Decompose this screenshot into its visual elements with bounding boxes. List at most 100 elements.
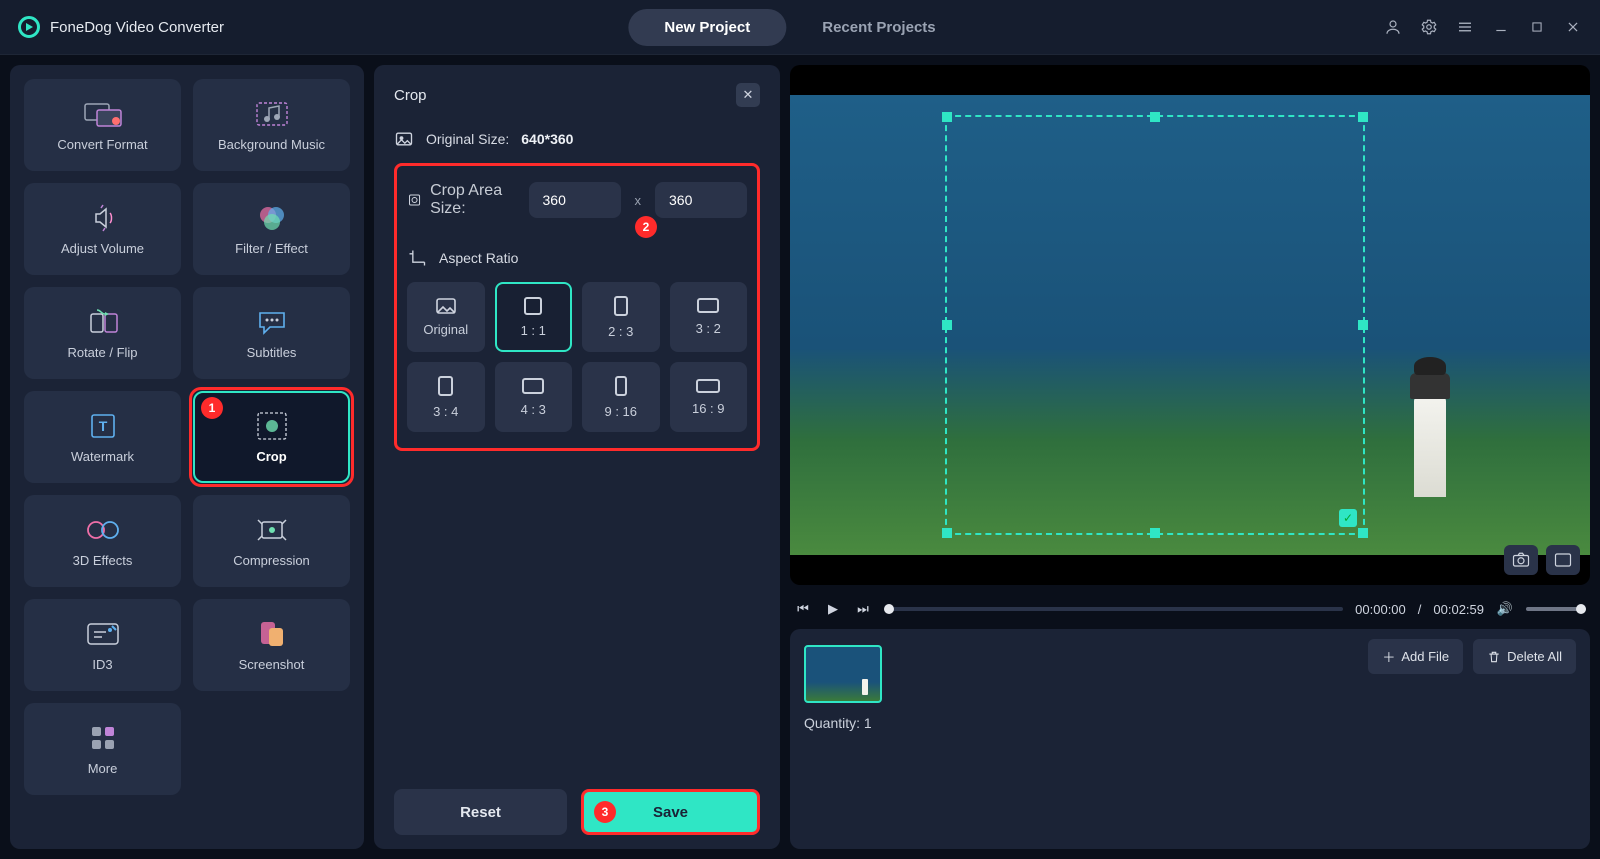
tool-label: Watermark: [71, 449, 134, 464]
aspect-9-16[interactable]: 9 : 16: [582, 362, 660, 432]
file-thumbnail[interactable]: [804, 645, 882, 703]
quantity-value: 1: [864, 715, 872, 731]
preview-column: ✓ ⏮ ▶ ⏭ 00:00:00 / 00:02:59 🔊 ＋ Add File: [790, 65, 1590, 849]
aspect-label-text: 4 : 3: [521, 402, 546, 417]
tool-label: Subtitles: [247, 345, 297, 360]
crop-panel-header: Crop ✕: [394, 83, 760, 107]
aspect-shape-icon: [524, 297, 542, 315]
player-controls: ⏮ ▶ ⏭ 00:00:00 / 00:02:59 🔊: [790, 595, 1590, 619]
aspect-shape-icon: [697, 298, 719, 313]
add-file-button[interactable]: ＋ Add File: [1368, 639, 1463, 674]
crop-selection[interactable]: ✓: [945, 115, 1365, 535]
aspect-4-3[interactable]: 4 : 3: [495, 362, 573, 432]
crop-panel-title: Crop: [394, 87, 427, 104]
crop-height-input[interactable]: [655, 182, 747, 218]
close-window-icon[interactable]: [1560, 14, 1586, 40]
minimize-icon[interactable]: [1488, 14, 1514, 40]
3d-effects-icon: [85, 515, 121, 545]
aspect-shape-icon: [614, 296, 628, 316]
fullscreen-icon[interactable]: [1546, 545, 1580, 575]
aspect-2-3[interactable]: 2 : 3: [582, 282, 660, 352]
crop-handle-sw[interactable]: [942, 528, 952, 538]
maximize-icon[interactable]: [1524, 14, 1550, 40]
tool-background-music[interactable]: Background Music: [193, 79, 350, 171]
volume-slider[interactable]: [1526, 607, 1586, 611]
file-list-panel: ＋ Add File Delete All Quantity: 1: [790, 629, 1590, 849]
snapshot-icon[interactable]: [1504, 545, 1538, 575]
callout-badge-2: 2: [635, 216, 657, 238]
tool-filter-effect[interactable]: Filter / Effect: [193, 183, 350, 275]
aspect-label-text: 16 : 9: [692, 401, 725, 416]
aspect-original-icon: [436, 298, 456, 314]
crop-area-size-row: Crop Area Size: x: [407, 182, 747, 218]
crop-confirm-icon[interactable]: ✓: [1339, 509, 1357, 527]
tool-screenshot[interactable]: Screenshot: [193, 599, 350, 691]
crop-handle-e[interactable]: [1358, 320, 1368, 330]
crop-width-input[interactable]: [529, 182, 621, 218]
aspect-3-4[interactable]: 3 : 4: [407, 362, 485, 432]
aspect-label-text: 1 : 1: [521, 323, 546, 338]
tool-label: Crop: [256, 449, 286, 464]
tool-label: More: [88, 761, 118, 776]
tab-recent-projects[interactable]: Recent Projects: [786, 9, 971, 46]
original-size-label: Original Size:: [426, 131, 509, 147]
next-frame-icon[interactable]: ⏭: [854, 601, 872, 617]
play-icon[interactable]: ▶: [824, 601, 842, 617]
app-logo-icon: [18, 16, 40, 38]
add-file-label: Add File: [1401, 649, 1449, 664]
aspect-label-text: Original: [423, 322, 468, 337]
aspect-label-text: 9 : 16: [604, 404, 637, 419]
close-panel-icon[interactable]: ✕: [736, 83, 760, 107]
crop-panel: Crop ✕ Original Size: 640*360 2 Crop Are…: [374, 65, 780, 849]
timeline-slider[interactable]: [884, 607, 1343, 611]
callout-badge-1: 1: [201, 397, 223, 419]
tool-label: Filter / Effect: [235, 241, 308, 256]
app-logo-wrap: FoneDog Video Converter: [18, 16, 224, 38]
aspect-label-text: 3 : 2: [696, 321, 721, 336]
settings-icon[interactable]: [1416, 14, 1442, 40]
aspect-original[interactable]: Original: [407, 282, 485, 352]
rotate-flip-icon: [87, 307, 119, 337]
menu-icon[interactable]: [1452, 14, 1478, 40]
prev-frame-icon[interactable]: ⏮: [794, 601, 812, 617]
crop-handle-ne[interactable]: [1358, 112, 1368, 122]
crop-handle-n[interactable]: [1150, 112, 1160, 122]
original-size-value: 640*360: [521, 131, 573, 147]
volume-icon[interactable]: 🔊: [1496, 601, 1514, 617]
plus-icon: ＋: [1382, 647, 1395, 666]
reset-button[interactable]: Reset: [394, 789, 567, 835]
main-body: Convert Format Background Music Adjust V…: [0, 55, 1600, 859]
tool-3d-effects[interactable]: 3D Effects: [24, 495, 181, 587]
tab-new-project[interactable]: New Project: [628, 9, 786, 46]
tool-watermark[interactable]: T Watermark: [24, 391, 181, 483]
app-title: FoneDog Video Converter: [50, 19, 224, 36]
delete-all-label: Delete All: [1507, 649, 1562, 664]
tool-subtitles[interactable]: Subtitles: [193, 287, 350, 379]
aspect-1-1[interactable]: 1 : 1: [495, 282, 573, 352]
tool-compression[interactable]: Compression: [193, 495, 350, 587]
tool-adjust-volume[interactable]: Adjust Volume: [24, 183, 181, 275]
aspect-3-2[interactable]: 3 : 2: [670, 282, 748, 352]
crop-handle-se[interactable]: [1358, 528, 1368, 538]
save-button[interactable]: 3 Save: [581, 789, 760, 835]
delete-all-button[interactable]: Delete All: [1473, 639, 1576, 674]
crop-form-callout: 2 Crop Area Size: x Aspect Ratio Origina…: [394, 163, 760, 451]
crop-handle-w[interactable]: [942, 320, 952, 330]
crop-size-separator: x: [629, 193, 648, 208]
adjust-volume-icon: [88, 203, 118, 233]
aspect-16-9[interactable]: 16 : 9: [670, 362, 748, 432]
crop-handle-nw[interactable]: [942, 112, 952, 122]
file-list-actions: ＋ Add File Delete All: [1368, 639, 1576, 674]
aspect-ratio-icon: [407, 248, 427, 268]
watermark-icon: T: [88, 411, 118, 441]
account-icon[interactable]: [1380, 14, 1406, 40]
crop-handle-s[interactable]: [1150, 528, 1160, 538]
tool-convert-format[interactable]: Convert Format: [24, 79, 181, 171]
video-preview[interactable]: ✓: [790, 65, 1590, 585]
tool-more[interactable]: More: [24, 703, 181, 795]
video-content-lighthouse: [1400, 347, 1460, 497]
tool-id3[interactable]: ID3: [24, 599, 181, 691]
tool-rotate-flip[interactable]: Rotate / Flip: [24, 287, 181, 379]
tool-label: Adjust Volume: [61, 241, 144, 256]
aspect-ratio-label: Aspect Ratio: [439, 250, 518, 266]
